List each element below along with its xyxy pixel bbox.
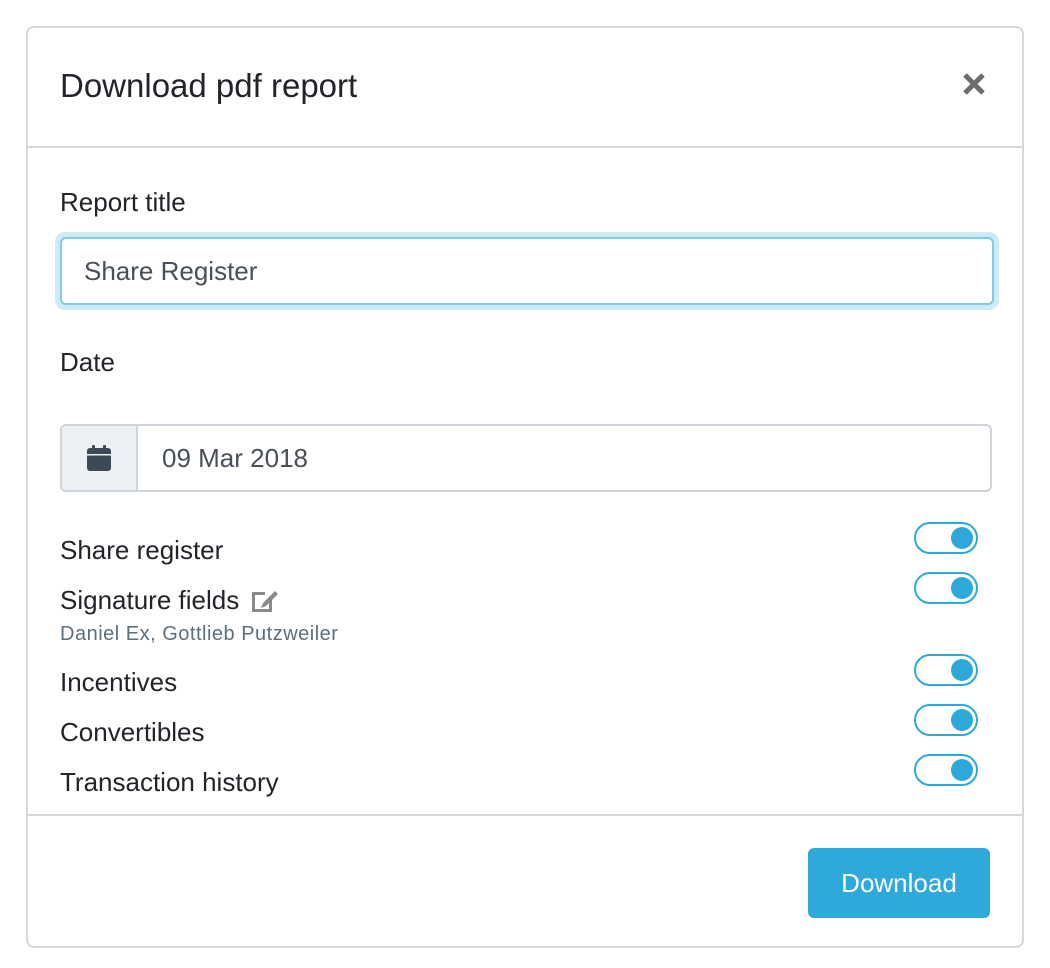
report-title-label: Report title xyxy=(60,187,186,217)
modal-header: Download pdf report xyxy=(28,28,1022,148)
calendar-icon xyxy=(87,445,111,471)
report-title-input[interactable] xyxy=(60,237,994,305)
download-report-modal: Download pdf report Report title Date xyxy=(26,26,1024,948)
option-label-wrap: Signature fields xyxy=(60,582,281,618)
toggle-share-register[interactable] xyxy=(914,522,978,554)
option-label: Incentives xyxy=(60,667,178,697)
toggle-knob xyxy=(951,709,973,731)
report-title-focus-ring xyxy=(55,232,999,310)
toggle-convertibles[interactable] xyxy=(914,704,978,736)
option-row-incentives: Incentives xyxy=(60,654,978,704)
date-label: Date xyxy=(60,347,115,377)
option-row-transaction-history: Transaction history xyxy=(60,754,978,804)
option-row-share-register: Share register xyxy=(60,522,978,572)
modal-footer: Download xyxy=(28,814,1022,946)
toggle-knob xyxy=(951,759,973,781)
option-label: Signature fields xyxy=(60,585,240,615)
date-field-group xyxy=(60,424,992,492)
toggle-incentives[interactable] xyxy=(914,654,978,686)
toggle-knob xyxy=(951,527,973,549)
close-icon xyxy=(963,73,985,95)
option-row-signature-fields: Signature fields xyxy=(60,572,978,622)
toggle-knob xyxy=(951,577,973,599)
option-label: Transaction history xyxy=(60,767,279,797)
option-label: Convertibles xyxy=(60,717,205,747)
toggle-transaction-history[interactable] xyxy=(914,754,978,786)
toggle-signature-fields[interactable] xyxy=(914,572,978,604)
date-picker-addon[interactable] xyxy=(62,426,138,490)
option-label: Share register xyxy=(60,535,224,565)
close-button[interactable] xyxy=(958,68,990,100)
download-button[interactable]: Download xyxy=(808,848,990,918)
modal-title: Download pdf report xyxy=(60,67,358,104)
option-row-convertibles: Convertibles xyxy=(60,704,978,754)
toggle-knob xyxy=(951,659,973,681)
signature-fields-signers: Daniel Ex, Gottlieb Putzweiler xyxy=(60,623,339,645)
date-input[interactable] xyxy=(138,426,990,490)
edit-icon[interactable] xyxy=(249,586,281,614)
